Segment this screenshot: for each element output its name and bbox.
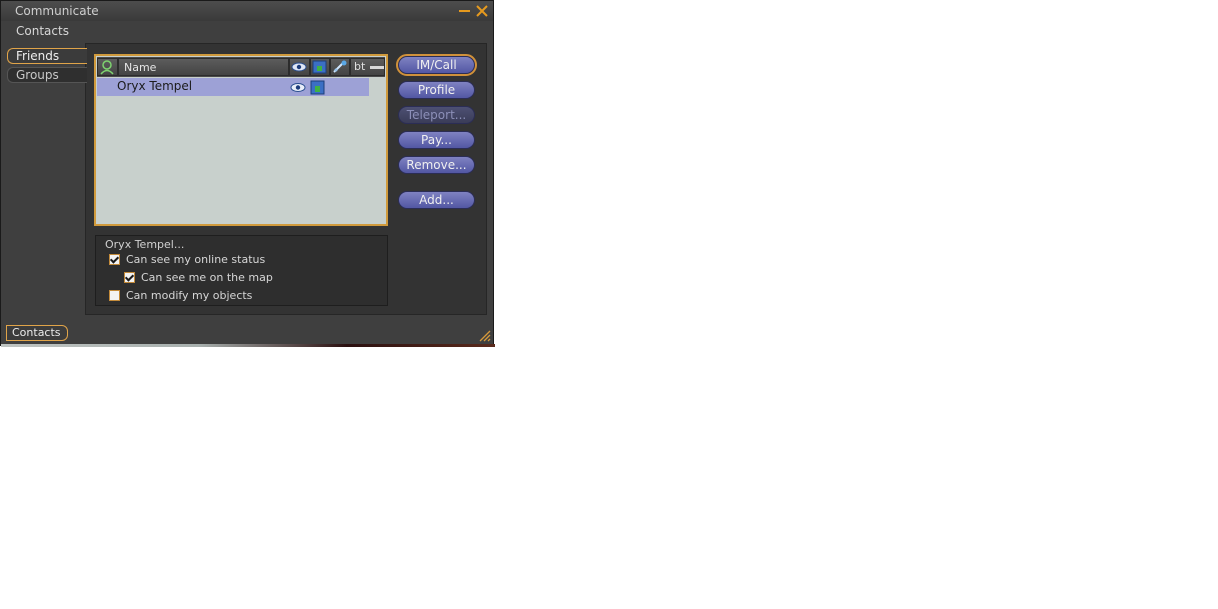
see-on-map-checkbox-row[interactable]: Can see me on the map <box>124 271 273 284</box>
column-edit-objects[interactable] <box>330 58 350 76</box>
permissions-panel: Oryx Tempel... Can see my online status … <box>95 235 388 306</box>
online-status-label: Can see my online status <box>126 253 266 266</box>
online-status-icon <box>100 60 114 75</box>
im-call-button[interactable]: IM/Call <box>396 54 477 76</box>
modify-objects-checkbox-row[interactable]: Can modify my objects <box>109 289 252 302</box>
edit-objects-icon <box>333 60 347 73</box>
background-strip <box>1 344 495 347</box>
list-item[interactable]: Oryx Tempel <box>97 78 369 96</box>
modify-objects-checkbox[interactable] <box>109 290 120 301</box>
eye-icon <box>290 83 306 92</box>
column-see-map[interactable] <box>310 58 330 76</box>
column-online-status[interactable] <box>97 58 118 76</box>
friend-name: Oryx Tempel <box>117 79 193 93</box>
add-button[interactable]: Add... <box>398 191 475 209</box>
close-icon[interactable] <box>475 4 489 18</box>
tab-contacts-bottom[interactable]: Contacts <box>6 325 68 341</box>
resize-handle-icon[interactable] <box>479 330 491 342</box>
list-header: Name bt <box>97 57 385 77</box>
column-name-label: Name <box>124 61 157 74</box>
remove-button[interactable]: Remove... <box>398 156 475 174</box>
column-slider[interactable]: bt <box>350 58 385 76</box>
see-on-map-label: Can see me on the map <box>141 271 273 284</box>
permissions-title: Oryx Tempel... <box>105 238 185 251</box>
window-title: Communicate <box>15 4 99 18</box>
column-name[interactable]: Name <box>118 58 289 76</box>
minimize-icon[interactable] <box>459 10 470 12</box>
see-on-map-checkbox[interactable] <box>124 272 135 283</box>
pay-button[interactable]: Pay... <box>398 131 475 149</box>
column-see-online[interactable] <box>289 58 310 76</box>
teleport-button[interactable]: Teleport... <box>398 106 475 124</box>
map-icon <box>310 80 325 95</box>
title-bar[interactable]: Communicate <box>1 1 493 21</box>
modify-objects-label: Can modify my objects <box>126 289 253 302</box>
friends-list[interactable]: Name bt Oryx Tempel <box>94 54 388 226</box>
tab-friends[interactable]: Friends <box>7 48 87 64</box>
eye-icon <box>291 62 307 72</box>
tab-groups[interactable]: Groups <box>7 67 87 83</box>
column-slider-label: bt <box>354 60 366 73</box>
online-status-checkbox-row[interactable]: Can see my online status <box>109 253 265 266</box>
slider-icon <box>369 65 384 69</box>
profile-button[interactable]: Profile <box>398 81 475 99</box>
communicate-window: Communicate Contacts Friends Groups Name <box>0 0 495 347</box>
online-status-checkbox[interactable] <box>109 254 120 265</box>
contacts-heading: Contacts <box>16 24 69 38</box>
map-icon <box>312 60 327 74</box>
